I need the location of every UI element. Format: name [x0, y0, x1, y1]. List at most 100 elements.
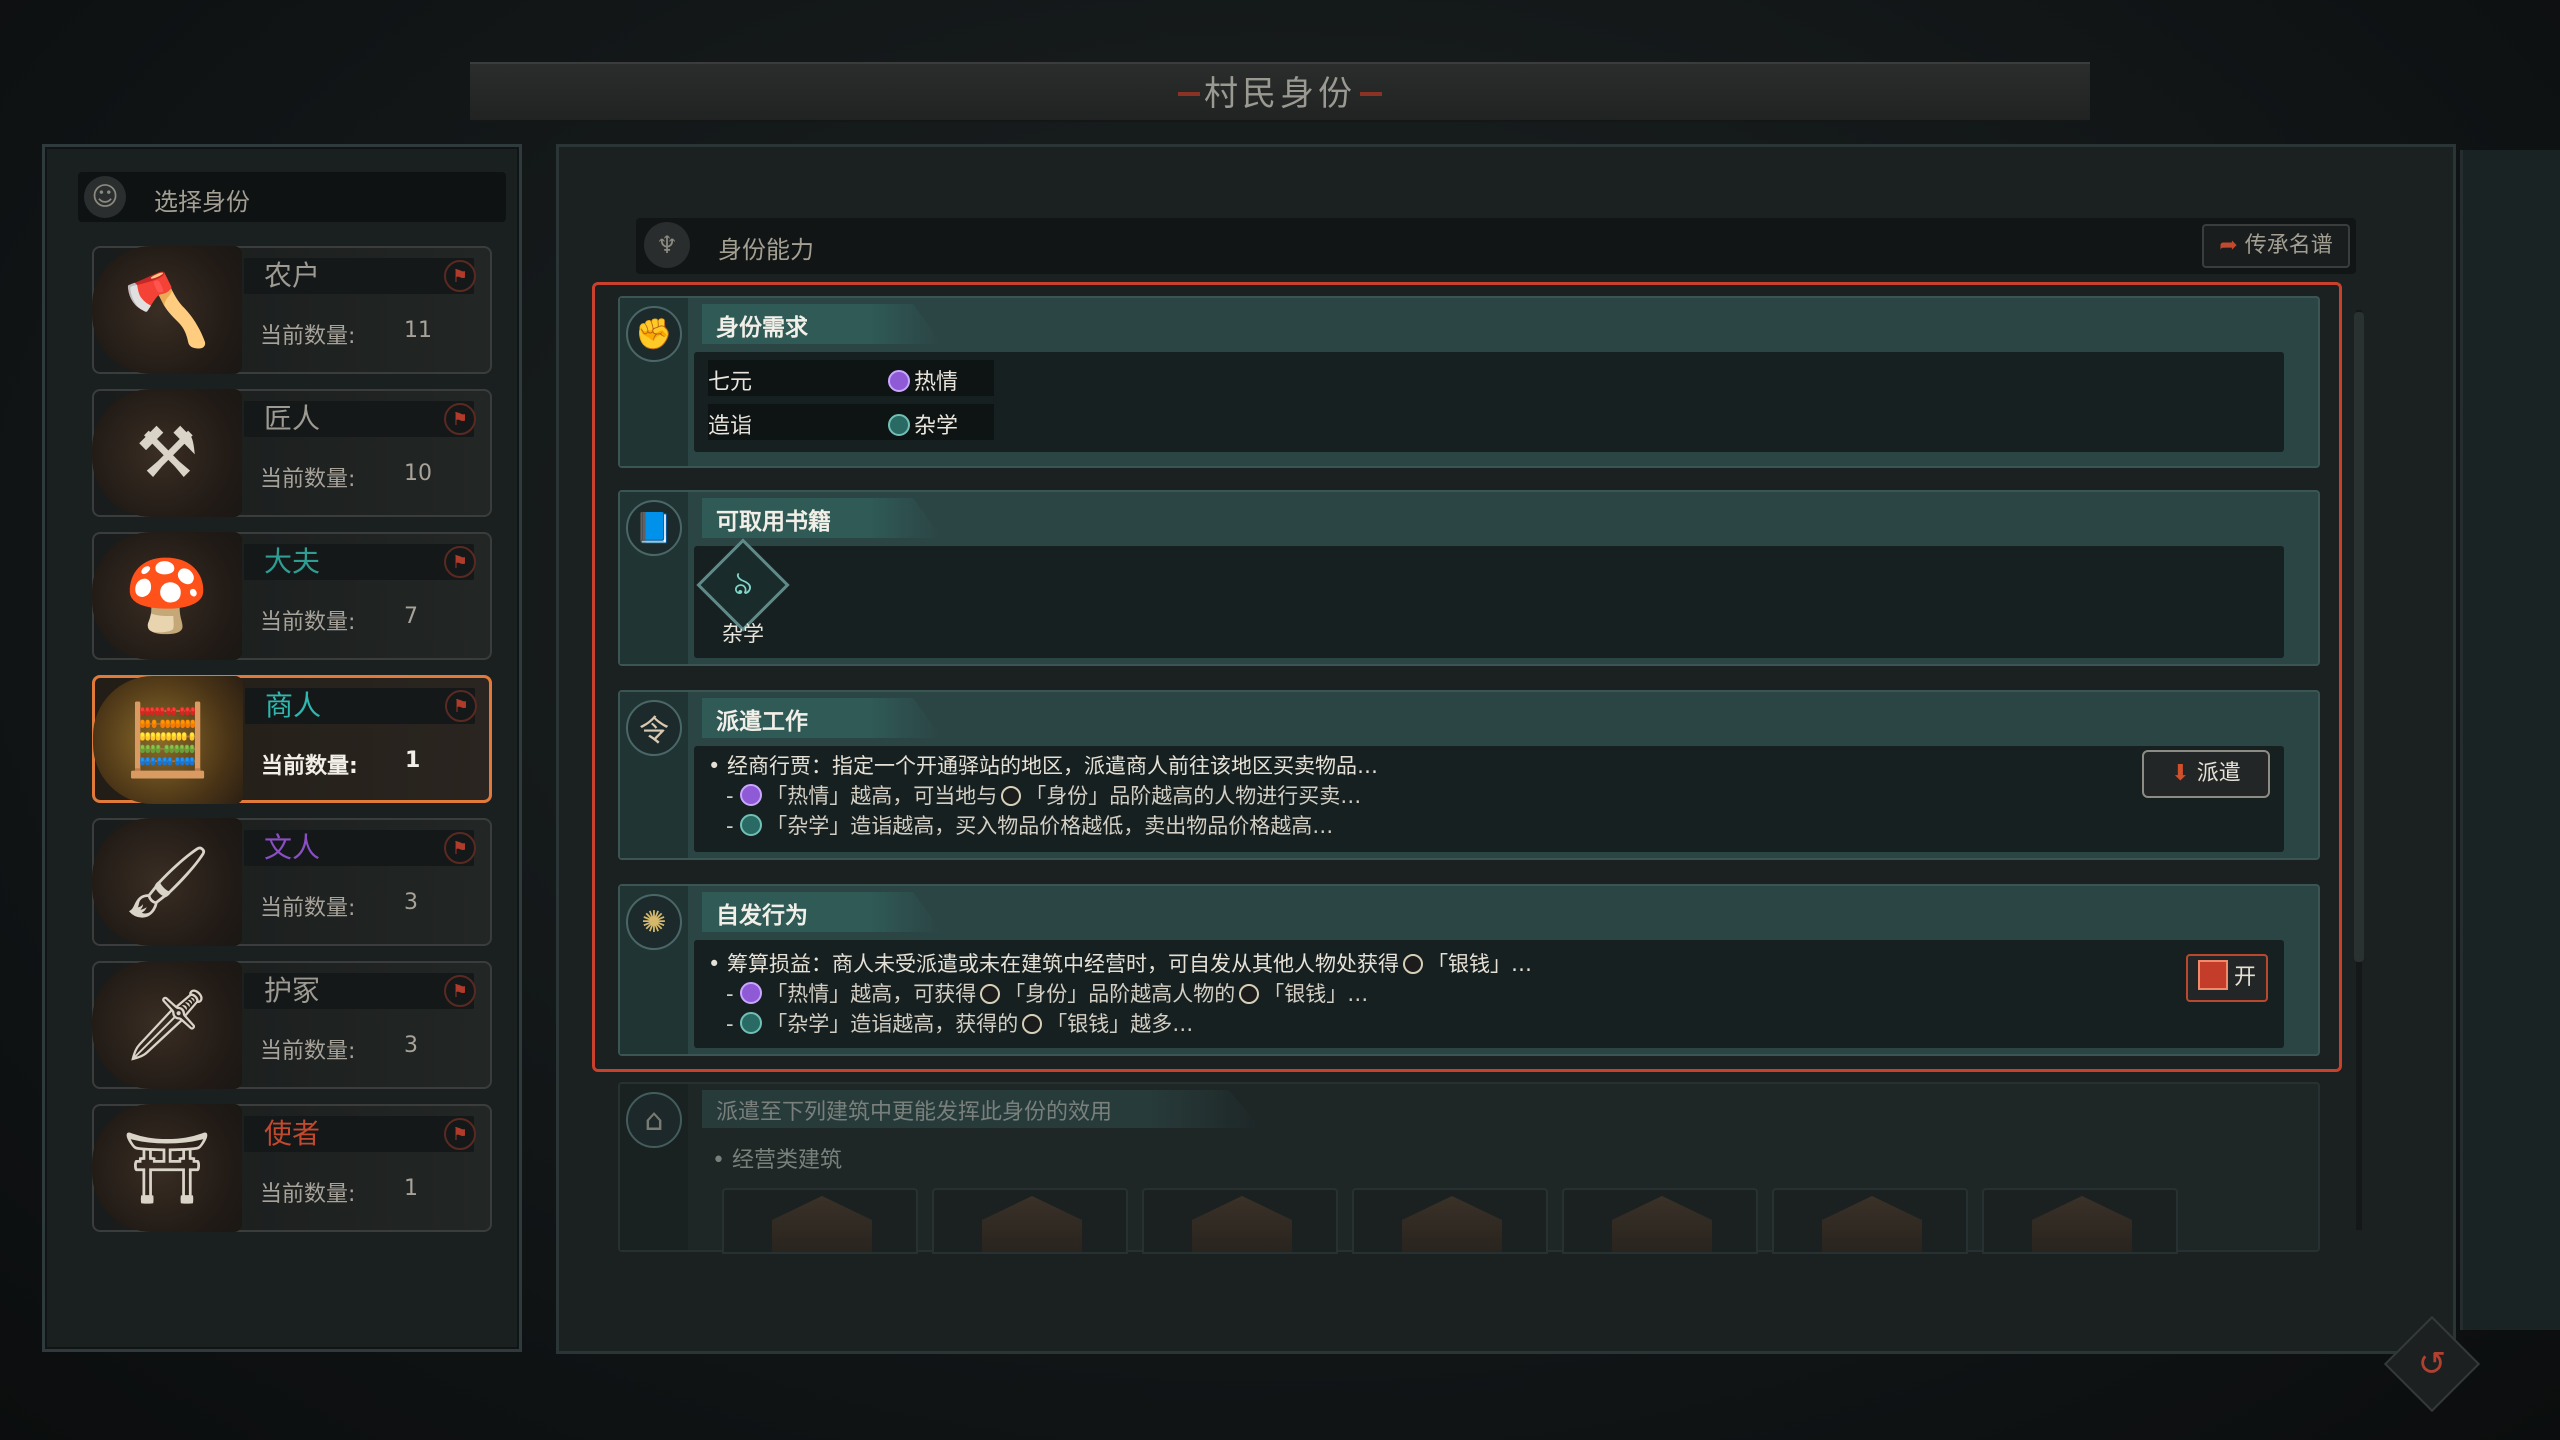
envoy-portrait: ⛩: [92, 1104, 242, 1232]
buildings-title: 派遣至下列建筑中更能发挥此身份的效用: [716, 1100, 1113, 1125]
role-badge-icon: ⚑: [444, 260, 476, 292]
building-thumbnail: [1192, 1196, 1292, 1252]
role-name: 文人: [264, 831, 321, 864]
silver-coin-icon: [1022, 1014, 1043, 1034]
building-thumbnail: [1822, 1196, 1922, 1252]
role-select-title: 选择身份: [154, 188, 250, 216]
role-name: 护冢: [264, 974, 321, 1007]
building-icon: ⌂: [626, 1092, 682, 1148]
role-card[interactable]: ⛩ 使者 ⚑ 当前数量: 1: [92, 1104, 492, 1232]
buildings-section: ⌂ 派遣至下列建筑中更能发挥此身份的效用 • 经营类建筑: [618, 1082, 2320, 1254]
requirement-row: 造诣 杂学: [708, 404, 994, 440]
requirement-name: 七元: [708, 370, 753, 395]
spontaneous-effect-line: - 「热情」越高，可获得 「身份」品阶越高人物的 「银钱」…: [726, 982, 1369, 1006]
building-card[interactable]: [932, 1188, 1128, 1254]
requirement-row: 七元 热情: [708, 360, 994, 396]
role-count-label: 当前数量:: [260, 1182, 356, 1207]
role-badge-icon: ⚑: [444, 546, 476, 578]
spontaneous-effect-line: - 「杂学」造诣越高，获得的 「银钱」越多…: [726, 1012, 1194, 1036]
building-card[interactable]: [1352, 1188, 1548, 1254]
miscellany-icon: [740, 1012, 763, 1034]
building-thumbnail: [1402, 1196, 1502, 1252]
role-count-label: 当前数量:: [260, 896, 356, 921]
role-name: 使者: [264, 1117, 321, 1150]
building-card[interactable]: [722, 1188, 918, 1254]
role-card[interactable]: 🖌 文人 ⚑ 当前数量: 3: [92, 818, 492, 946]
sunburst-icon: ✺: [626, 894, 682, 950]
craftsman-portrait: ⚒: [92, 389, 242, 517]
dispatch-arrow-icon: ⬇: [2171, 761, 2190, 786]
role-badge-icon: ⚑: [444, 403, 476, 435]
miscellany-icon: [740, 814, 763, 836]
buildings-category: • 经营类建筑: [712, 1148, 842, 1173]
role-count-label: 当前数量:: [260, 324, 356, 349]
role-badge-icon: ⚑: [444, 1118, 476, 1150]
books-title: 可取用书籍: [716, 509, 831, 535]
rank-icon: [1001, 786, 1022, 806]
dispatch-work-body: • 经商行贾：指定一个开通驿站的地区，派遣商人前往该地区买卖物品… - 「热情」…: [694, 746, 2284, 852]
dispatch-work-section: 令 派遣工作 • 经商行贾：指定一个开通驿站的地区，派遣商人前往该地区买卖物品……: [618, 690, 2320, 860]
building-card[interactable]: [1142, 1188, 1338, 1254]
passion-icon: [740, 784, 763, 806]
merchant-portrait: 🧮: [93, 676, 243, 804]
silver-coin-icon: [1403, 954, 1424, 974]
building-thumbnail: [1612, 1196, 1712, 1252]
ability-icon: ♆: [644, 222, 690, 268]
ability-title: 身份能力: [718, 236, 814, 264]
spontaneous-toggle[interactable]: 开: [2186, 954, 2268, 1002]
dispatch-work-title: 派遣工作: [716, 709, 808, 735]
role-card[interactable]: ⚒ 匠人 ⚑ 当前数量: 10: [92, 389, 492, 517]
role-count-label: 当前数量:: [260, 610, 356, 635]
requirements-title: 身份需求: [716, 315, 808, 341]
building-thumbnail: [2032, 1196, 2132, 1252]
role-badge-icon: ⚑: [444, 832, 476, 864]
building-card[interactable]: [1562, 1188, 1758, 1254]
role-card[interactable]: 🗡 护冢 ⚑ 当前数量: 3: [92, 961, 492, 1089]
role-select-header: [78, 172, 506, 222]
role-count-label: 当前数量:: [261, 754, 358, 779]
role-badge-icon: ⚑: [445, 690, 477, 722]
title-banner: 村民身份: [470, 62, 2090, 122]
role-count: 3: [404, 890, 418, 915]
spontaneous-description: • 筹算损益：商人未受派遣或未在建筑中经营时，可自发从其他人物处获得 「银钱」…: [708, 952, 1533, 976]
building-card[interactable]: [1982, 1188, 2178, 1254]
rank-icon: [980, 984, 1001, 1004]
requirement-name: 造诣: [708, 414, 753, 439]
miscellany-book-icon: ঌ: [733, 564, 753, 602]
scrollbar-thumb[interactable]: [2354, 312, 2364, 962]
spontaneous-title: 自发行为: [716, 903, 808, 929]
dispatch-button[interactable]: ⬇ 派遣: [2142, 750, 2270, 798]
role-card[interactable]: 🪓 农户 ⚑ 当前数量: 11: [92, 246, 492, 374]
share-arrow-icon: ➦: [2219, 233, 2238, 258]
scholar-portrait: 🖌: [92, 818, 242, 946]
lineage-button-label: 传承名谱: [2244, 233, 2333, 258]
role-card[interactable]: 🍄 大夫 ⚑ 当前数量: 7: [92, 532, 492, 660]
dispatch-effect-line: - 「杂学」造诣越高，买入物品价格越低，卖出物品价格越高…: [726, 814, 1334, 838]
lineage-button[interactable]: ➦ 传承名谱: [2202, 224, 2350, 268]
requirements-body: 七元 热情 造诣 杂学: [694, 352, 2284, 452]
requirement-value: 热情: [914, 370, 959, 395]
role-card[interactable]: 🧮 商人 ⚑ 当前数量: 1: [92, 675, 492, 804]
building-thumbnail: [772, 1196, 872, 1252]
books-body: [694, 546, 2284, 658]
dispatch-effect-line: - 「热情」越高，可当地与 「身份」品阶越高的人物进行买卖…: [726, 784, 1362, 808]
books-section: 📘 可取用书籍: [618, 490, 2320, 666]
building-card[interactable]: [1772, 1188, 1968, 1254]
ability-header: [636, 218, 2356, 274]
role-count: 11: [404, 318, 432, 343]
book-label: 杂学: [722, 622, 764, 646]
farmer-portrait: 🪓: [92, 246, 242, 374]
dispatch-description: • 经商行贾：指定一个开通驿站的地区，派遣商人前往该地区买卖物品…: [708, 754, 1379, 778]
requirement-value: 杂学: [914, 414, 959, 439]
role-count: 1: [404, 1176, 418, 1201]
role-name: 商人: [265, 689, 322, 722]
role-count-label: 当前数量:: [260, 467, 356, 492]
role-badge-icon: ⚑: [444, 975, 476, 1007]
spontaneous-body: • 筹算损益：商人未受派遣或未在建筑中经营时，可自发从其他人物处获得 「银钱」… …: [694, 940, 2284, 1048]
book-item-miscellany[interactable]: ঌ 杂学: [696, 538, 790, 646]
role-count: 1: [405, 748, 421, 773]
fist-icon: ✊: [626, 306, 682, 362]
spontaneous-section: ✺ 自发行为 • 筹算损益：商人未受派遣或未在建筑中经营时，可自发从其他人物处获…: [618, 884, 2320, 1056]
silver-coin-icon: [1239, 984, 1260, 1004]
order-token-icon: 令: [626, 700, 682, 756]
